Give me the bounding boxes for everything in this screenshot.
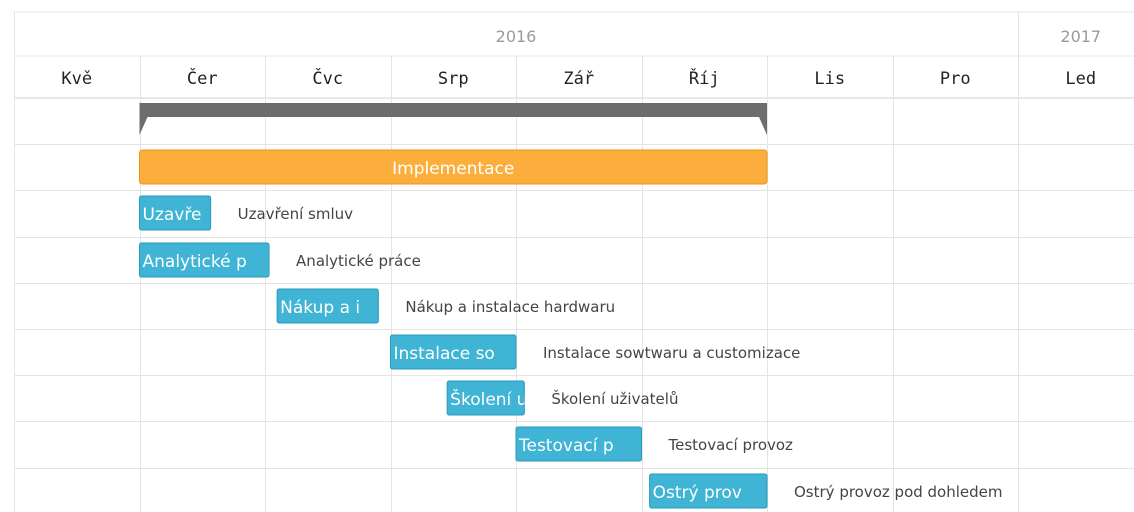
task-label: Testovací provoz [668, 436, 794, 454]
task-bar-text: Školení u [450, 388, 527, 410]
task-group: Analytické p Analytické práce [139, 242, 421, 278]
month-label: Lis [814, 69, 845, 89]
task-bar-text: Nákup a i [280, 298, 360, 318]
month-label: Zář [563, 69, 594, 89]
bars-layer: Implementace Uzavře Uzavření smluv Analytic… [139, 103, 1003, 509]
task-bar-text: Uzavře [143, 205, 202, 225]
task-label: Analytické práce [296, 252, 421, 270]
month-label: Říj [689, 67, 720, 89]
task-bar-text: Ostrý prov [653, 483, 742, 503]
month-label: Led [1065, 69, 1096, 89]
task-bar-text: Analytické p [143, 252, 247, 272]
task-group: Nákup a i Nákup a instalace hardwaru [276, 288, 615, 324]
task-group: Ostrý prov Ostrý provoz pod dohledem [649, 473, 1003, 509]
gantt-chart: 2016 2017 Kvě Čer Čvc Srp Zář Říj Lis Pro Led Impl… [14, 11, 1134, 512]
month-label: Čvc [312, 67, 343, 89]
task-label: Školení uživatelů [551, 389, 678, 408]
task-group: Školení u Školení uživatelů [446, 380, 678, 416]
task-label: Instalace sowtwaru a customizace [543, 344, 800, 362]
summary-bracket [139, 103, 767, 135]
task-label: Uzavření smluv [238, 205, 354, 223]
year-label: 2017 [1060, 27, 1101, 46]
summary-bar-label: Implementace [392, 159, 514, 179]
task-group: Instalace so Instalace sowtwaru a customi… [390, 334, 800, 370]
month-label: Srp [438, 69, 469, 89]
month-label: Pro [940, 69, 971, 89]
timeline-header: 2016 2017 Kvě Čer Čvc Srp Zář Říj Lis Pro Led [61, 27, 1101, 89]
month-label: Čer [187, 67, 218, 89]
task-label: Ostrý provoz pod dohledem [794, 483, 1003, 501]
task-bar-text: Instalace so [394, 344, 495, 364]
task-bar-text: Testovací p [518, 436, 614, 456]
task-label: Nákup a instalace hardwaru [405, 298, 615, 316]
task-group: Testovací p Testovací provoz [515, 426, 794, 462]
task-group: Uzavře Uzavření smluv [139, 195, 354, 231]
month-label: Kvě [61, 69, 92, 89]
year-label: 2016 [496, 27, 537, 46]
